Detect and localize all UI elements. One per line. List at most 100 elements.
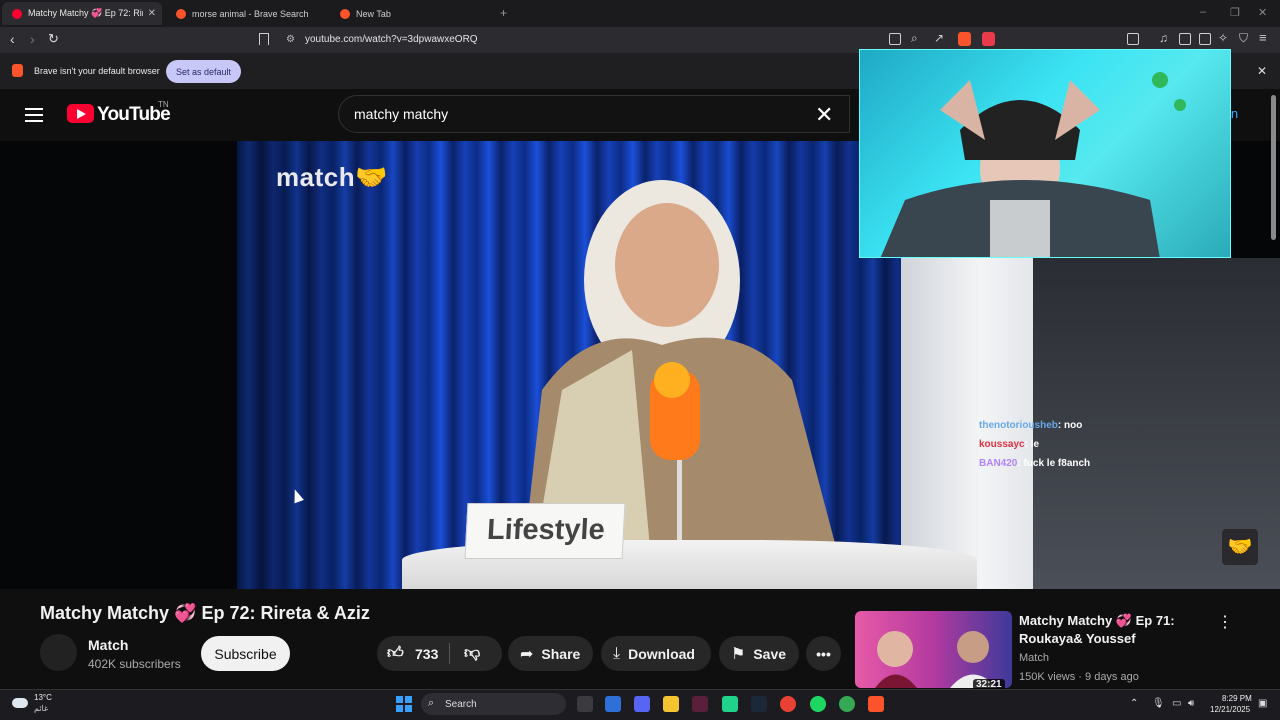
task-view-icon[interactable] [577, 696, 593, 712]
recommendation-title[interactable]: Matchy Matchy 💞 Ep 71: Roukaya& Youssef [1019, 612, 1209, 648]
network-icon[interactable]: ▭ [1172, 698, 1181, 709]
tray-overflow-icon[interactable]: ⌃ [1130, 698, 1138, 709]
vpn-icon[interactable]: ⛉ [1239, 31, 1248, 46]
share-button[interactable]: ➦ Share [508, 636, 593, 671]
back-icon[interactable]: ‹ [10, 31, 15, 47]
download-icon: ⤓ [613, 644, 621, 662]
more-actions-button[interactable]: ••• [806, 636, 841, 671]
like-count[interactable]: 733 [415, 646, 438, 662]
cloud-icon[interactable] [12, 698, 28, 708]
recommendation-channel[interactable]: Match [1019, 652, 1049, 664]
discord-icon[interactable] [634, 696, 650, 712]
share-label: Share [541, 645, 581, 662]
reload-icon[interactable]: ↻ [48, 31, 59, 47]
recommendation-thumbnail[interactable] [855, 611, 1012, 688]
url-field[interactable]: youtube.com/watch?v=3dpwawxeORQ [305, 34, 478, 45]
brave-logo-icon [12, 64, 23, 77]
brave-favicon-icon [176, 8, 186, 19]
dislike-icon[interactable]: 👎︎ [464, 644, 480, 663]
clear-search-icon[interactable]: ✕ [815, 102, 833, 128]
webcam-overlay [859, 49, 1231, 258]
placard-label: Lifestyle [486, 514, 606, 546]
download-button[interactable]: ⤓ Download [601, 636, 711, 671]
forward-icon[interactable]: › [30, 31, 35, 47]
channel-watermark-icon[interactable]: 🤝 [1222, 529, 1258, 565]
close-window-icon[interactable]: ✕ [1258, 6, 1267, 19]
close-tab-icon[interactable]: ✕ [148, 8, 156, 19]
new-tab-icon[interactable]: + [500, 6, 507, 20]
spotify-icon[interactable] [810, 696, 826, 712]
streaming-app-icon[interactable] [722, 696, 738, 712]
like-icon[interactable]: 👍︎ [387, 644, 404, 663]
weather-temperature[interactable]: 13°C [34, 693, 52, 702]
zoom-icon[interactable]: ⌕ [911, 31, 918, 46]
sidebar-toggle-icon[interactable] [1127, 33, 1139, 45]
infobar-message: Brave isn't your default browser [34, 66, 160, 76]
hamburger-menu-icon[interactable] [25, 108, 43, 122]
channel-avatar[interactable] [40, 634, 77, 671]
brave-favicon-icon [340, 8, 350, 19]
tab-label: New Tab [356, 8, 391, 19]
page-scrollbar[interactable] [1271, 95, 1276, 240]
more-icon: ••• [816, 645, 831, 662]
clock-time[interactable]: 8:29 PM [1222, 694, 1252, 703]
reader-icon[interactable] [1179, 33, 1191, 45]
leo-ai-icon[interactable]: ✧ [1218, 31, 1228, 45]
clock-date[interactable]: 12/21/2025 [1210, 705, 1250, 714]
tab-brave-search[interactable]: morse animal - Brave Search [166, 2, 326, 25]
site-info-icon[interactable]: ⚙ [286, 34, 295, 45]
tab-new-tab[interactable]: New Tab [330, 2, 490, 25]
outlook-icon[interactable] [605, 696, 621, 712]
menu-icon[interactable]: ≡ [1259, 30, 1267, 45]
file-explorer-icon[interactable] [663, 696, 679, 712]
chat-message: BAN420: fuck le f8anch [979, 458, 1091, 469]
region-code: TN [158, 100, 169, 109]
browser-tab-bar: Matchy Matchy 💞 Ep 72: Rireta ✕ morse an… [0, 0, 1280, 27]
share-icon: ➦ [520, 645, 534, 663]
like-divider [449, 643, 450, 664]
set-as-default-button[interactable]: Set as default [166, 60, 241, 83]
search-input[interactable]: matchy matchy [354, 106, 448, 122]
recommendation-menu-icon[interactable]: ⋮ [1217, 612, 1233, 632]
chrome-profile-icon[interactable] [839, 696, 855, 712]
save-button[interactable]: ⚑ Save [719, 636, 799, 671]
share-page-icon[interactable]: ↗ [934, 31, 944, 45]
search-icon: ⌕ [428, 697, 435, 709]
volume-icon[interactable]: 🔊︎ [1188, 698, 1194, 709]
maximize-icon[interactable]: ❐ [1230, 6, 1240, 19]
media-icon[interactable]: ♫ [1159, 31, 1168, 45]
bookmark-icon[interactable] [259, 33, 269, 45]
download-label: Download [628, 645, 695, 662]
channel-name[interactable]: Match [88, 637, 128, 653]
cast-icon[interactable] [889, 33, 901, 45]
taskbar-search-box[interactable] [421, 693, 566, 715]
steam-icon[interactable] [751, 696, 767, 712]
app-icon[interactable] [692, 696, 708, 712]
notification-icon[interactable]: ▣ [1258, 698, 1267, 709]
subscribe-button[interactable]: Subscribe [201, 636, 290, 671]
bookmark-save-icon: ⚑ [731, 645, 746, 663]
weather-condition[interactable]: غائم [34, 704, 48, 713]
taskbar-search-label[interactable]: Search [445, 699, 477, 710]
chrome-icon[interactable] [780, 696, 796, 712]
stream-chat-overlay: thenotoriousheb: noo koussayc: le BAN420… [979, 416, 1090, 473]
video-title: Matchy Matchy 💞 Ep 72: Rireta & Aziz [40, 603, 370, 623]
youtube-logo-icon[interactable] [67, 104, 94, 123]
wallet-icon[interactable] [1199, 33, 1211, 45]
recommendation-meta: 150K views · 9 days ago [1019, 671, 1139, 683]
close-infobar-icon[interactable]: ✕ [1257, 64, 1267, 78]
minimize-icon[interactable]: – [1200, 6, 1206, 18]
chat-message: thenotoriousheb: noo [979, 420, 1083, 431]
like-dislike-group: 👍︎ 733 👎︎ [377, 636, 502, 671]
brave-rewards-icon[interactable] [982, 32, 995, 46]
tab-youtube[interactable]: Matchy Matchy 💞 Ep 72: Rireta ✕ [2, 2, 162, 25]
youtube-favicon-icon [12, 8, 22, 19]
subscriber-count: 402K subscribers [88, 657, 181, 671]
brave-shields-icon[interactable] [958, 32, 971, 46]
save-label: Save [753, 645, 787, 662]
brave-taskbar-icon[interactable] [868, 696, 884, 712]
topic-placard: Lifestyle [464, 503, 626, 559]
microphone-icon[interactable]: 🎙︎ [1152, 698, 1165, 709]
chat-message: koussayc: le [979, 439, 1040, 450]
start-icon[interactable] [396, 696, 412, 712]
